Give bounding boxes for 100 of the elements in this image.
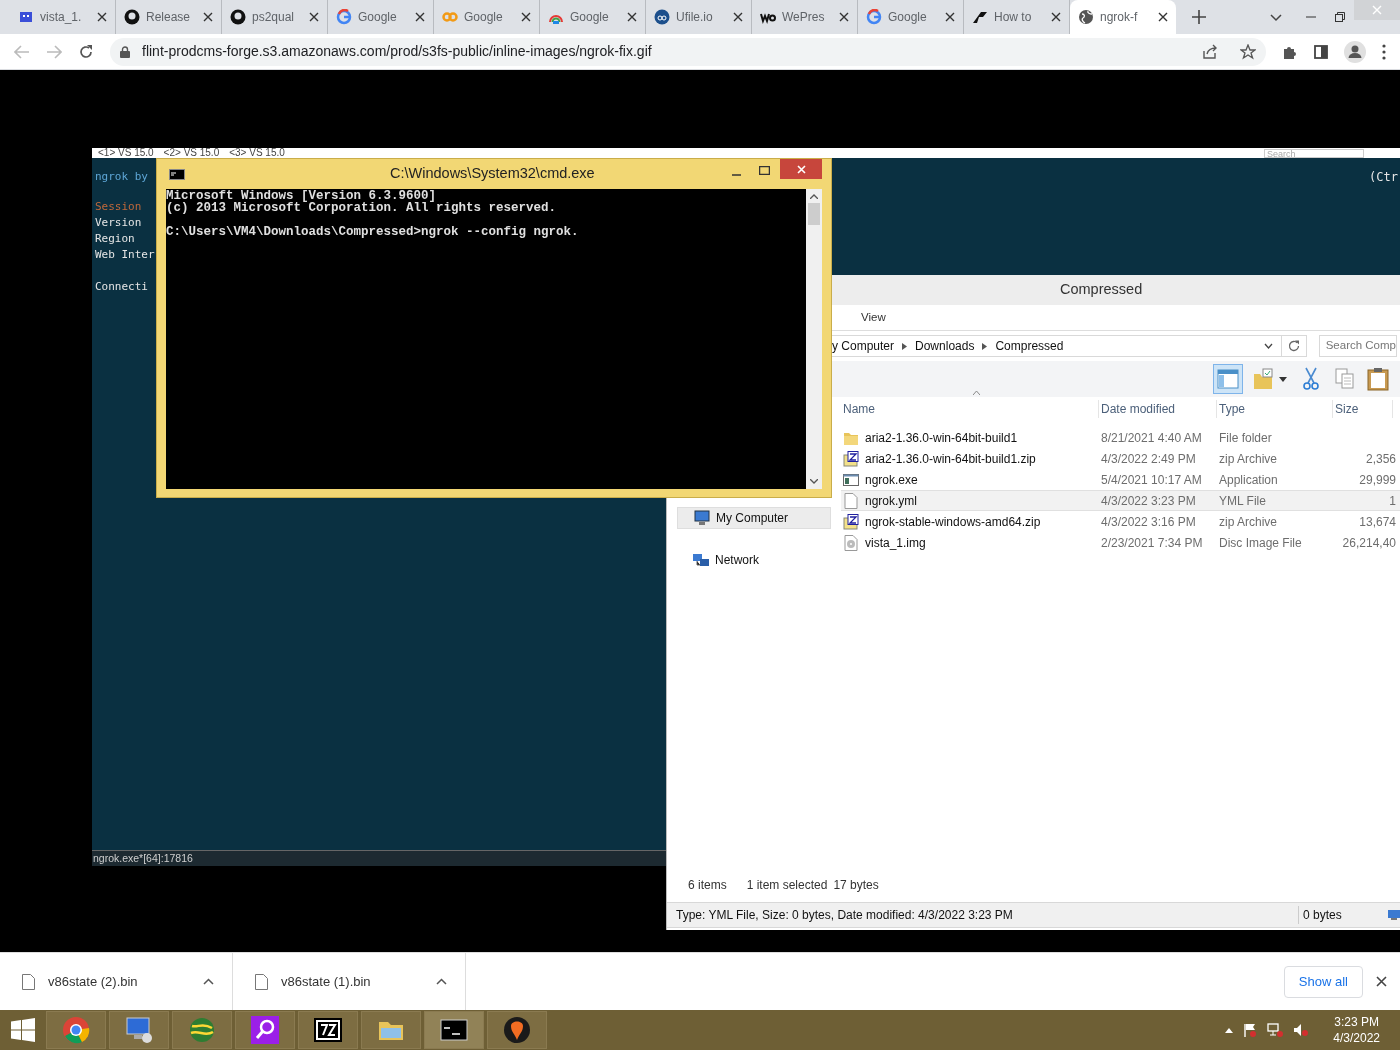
close-icon[interactable]: [1051, 12, 1061, 22]
file-row[interactable]: ngrok.exe 5/4/2021 10:17 AM Application 29,999: [841, 469, 1400, 490]
cloud-icon: [654, 9, 670, 25]
clock[interactable]: 3:23 PM 4/3/2022: [1333, 1014, 1380, 1046]
download-item[interactable]: v86state (2).bin: [48, 971, 138, 992]
details-size: 0 bytes: [1298, 906, 1386, 924]
nav-item[interactable]: Network: [677, 549, 831, 571]
tab-title: Release: [146, 9, 191, 26]
file-row[interactable]: ngrok.yml 4/3/2022 3:23 PM YML File 1: [841, 490, 1400, 511]
ribbon-tab[interactable]: View: [861, 308, 886, 327]
qemu-icon: [503, 1016, 531, 1044]
caret-up-icon[interactable]: [436, 978, 447, 985]
vs-tab[interactable]: <1> VS 15.0: [98, 148, 154, 158]
file-row[interactable]: aria2-1.36.0-win-64bit-build1.zip 4/3/2022 2:49 PM zip Archive 2,356: [841, 448, 1400, 469]
close-icon[interactable]: [733, 12, 743, 22]
close-icon[interactable]: [627, 12, 637, 22]
more-menu-icon[interactable]: [1382, 43, 1386, 60]
breadcrumb-item[interactable]: Compressed: [995, 337, 1064, 355]
nav-item[interactable]: My Computer: [677, 507, 831, 529]
lock-icon: [120, 45, 130, 58]
caret-up-icon[interactable]: [203, 978, 214, 985]
flag-icon[interactable]: [1243, 1023, 1258, 1037]
reload-icon[interactable]: [78, 43, 94, 60]
share-icon[interactable]: [1202, 43, 1218, 60]
search-field[interactable]: Search Comp: [1318, 335, 1397, 357]
github-icon: [124, 9, 140, 25]
close-icon[interactable]: [97, 12, 107, 22]
file-date: 8/21/2021 4:40 AM: [1100, 429, 1203, 447]
chain-link-icon: [442, 9, 458, 25]
star-icon[interactable]: [1240, 43, 1256, 60]
paste-icon[interactable]: [1367, 367, 1389, 391]
file-row[interactable]: ngrok-stable-windows-amd64.zip 4/3/2022 3:16 PM zip Archive 13,674: [841, 511, 1400, 532]
close-icon: [1372, 5, 1382, 15]
breadcrumb-item[interactable]: y Computer: [832, 337, 895, 355]
new-tab-icon[interactable]: [1192, 10, 1206, 24]
window-title: Compressed: [1060, 280, 1143, 300]
profile-icon[interactable]: [1344, 40, 1366, 63]
browser-tab[interactable]: ngrok-f: [1070, 0, 1176, 34]
scrollbar[interactable]: [806, 189, 822, 489]
download-item[interactable]: v86state (1).bin: [281, 971, 371, 992]
column-header[interactable]: Type: [1217, 400, 1333, 418]
file-date: 4/3/2022 3:16 PM: [1100, 513, 1197, 531]
show-hidden-icon[interactable]: [1225, 1027, 1234, 1033]
file-size: 1: [1389, 492, 1396, 510]
column-header[interactable]: Size: [1333, 400, 1393, 418]
close-window-button[interactable]: [780, 159, 822, 179]
dropdown-caret-icon[interactable]: [1263, 343, 1273, 349]
address-bar[interactable]: flint-prodcms-forge.s3.amazonaws.com/prod/s3fs-public/inline-images/ngrok-fix.gif: [110, 37, 1266, 66]
close-icon[interactable]: [1376, 976, 1387, 987]
column-header[interactable]: Date modified: [1099, 400, 1217, 418]
vs-tab[interactable]: <3> VS 15.0: [229, 148, 285, 158]
cut-icon[interactable]: [1303, 367, 1319, 391]
show-all-button[interactable]: Show all: [1283, 965, 1363, 998]
close-icon[interactable]: [521, 12, 531, 22]
taskbar-button[interactable]: [298, 1011, 358, 1049]
side-panel-icon[interactable]: [1314, 44, 1328, 59]
vs-tab[interactable]: <2> VS 15.0: [163, 148, 220, 158]
google-icon: [866, 9, 882, 25]
zip-archive-icon: [843, 513, 859, 530]
preview-pane-button[interactable]: [1213, 364, 1243, 394]
tab-title: Google: [888, 9, 927, 26]
network-icon[interactable]: [1267, 1023, 1284, 1037]
file-row[interactable]: vista_1.img 2/23/2021 7:34 PM Disc Image File 26,214,40: [841, 532, 1400, 553]
restore-icon[interactable]: [1335, 12, 1345, 22]
address-field[interactable]: y Computer Downloads Compressed: [831, 335, 1307, 357]
tab-title: How to: [994, 9, 1032, 26]
pixel-icon: [18, 9, 34, 25]
refresh-icon[interactable]: [1287, 340, 1300, 352]
speaker-muted-icon[interactable]: [1293, 1023, 1310, 1037]
close-icon[interactable]: [203, 12, 213, 22]
column-header[interactable]: Name: [841, 400, 1099, 418]
dropdown-caret-icon[interactable]: [1279, 376, 1287, 382]
close-icon[interactable]: [945, 12, 955, 22]
taskbar-button[interactable]: [424, 1011, 484, 1049]
file-icon: [22, 973, 35, 990]
folder-check-icon[interactable]: [1253, 368, 1273, 390]
close-icon[interactable]: [415, 12, 425, 22]
scroll-down-icon[interactable]: [810, 479, 818, 484]
file-type: Application: [1218, 471, 1279, 489]
close-icon[interactable]: [1158, 12, 1168, 22]
file-size: 26,214,40: [1342, 534, 1396, 552]
tab-list-caret-icon[interactable]: [1270, 14, 1282, 22]
windows-logo-icon[interactable]: [11, 1018, 35, 1042]
zip-archive-icon: [843, 450, 859, 467]
tab-title: ps2qual: [252, 9, 295, 26]
file-row[interactable]: aria2-1.36.0-win-64bit-build1 8/21/2021 4:40 AM File folder: [841, 427, 1400, 448]
close-icon: [796, 164, 806, 174]
breadcrumb-item[interactable]: Downloads: [915, 337, 975, 355]
close-icon[interactable]: [839, 12, 849, 22]
pane-icon: [1217, 369, 1239, 389]
scroll-thumb[interactable]: [808, 203, 820, 225]
maximize-icon[interactable]: [759, 166, 770, 175]
console-text: Session: [95, 199, 142, 215]
taskbar-button[interactable]: [487, 1011, 547, 1049]
close-icon[interactable]: [309, 12, 319, 22]
network-icon: [693, 552, 709, 568]
scroll-up-icon[interactable]: [810, 194, 818, 199]
disc-image-icon: [843, 534, 859, 551]
file-name: aria2-1.36.0-win-64bit-build1.zip: [865, 450, 1036, 468]
console-status-text: ngrok.exe*[64]:17816: [93, 850, 193, 866]
